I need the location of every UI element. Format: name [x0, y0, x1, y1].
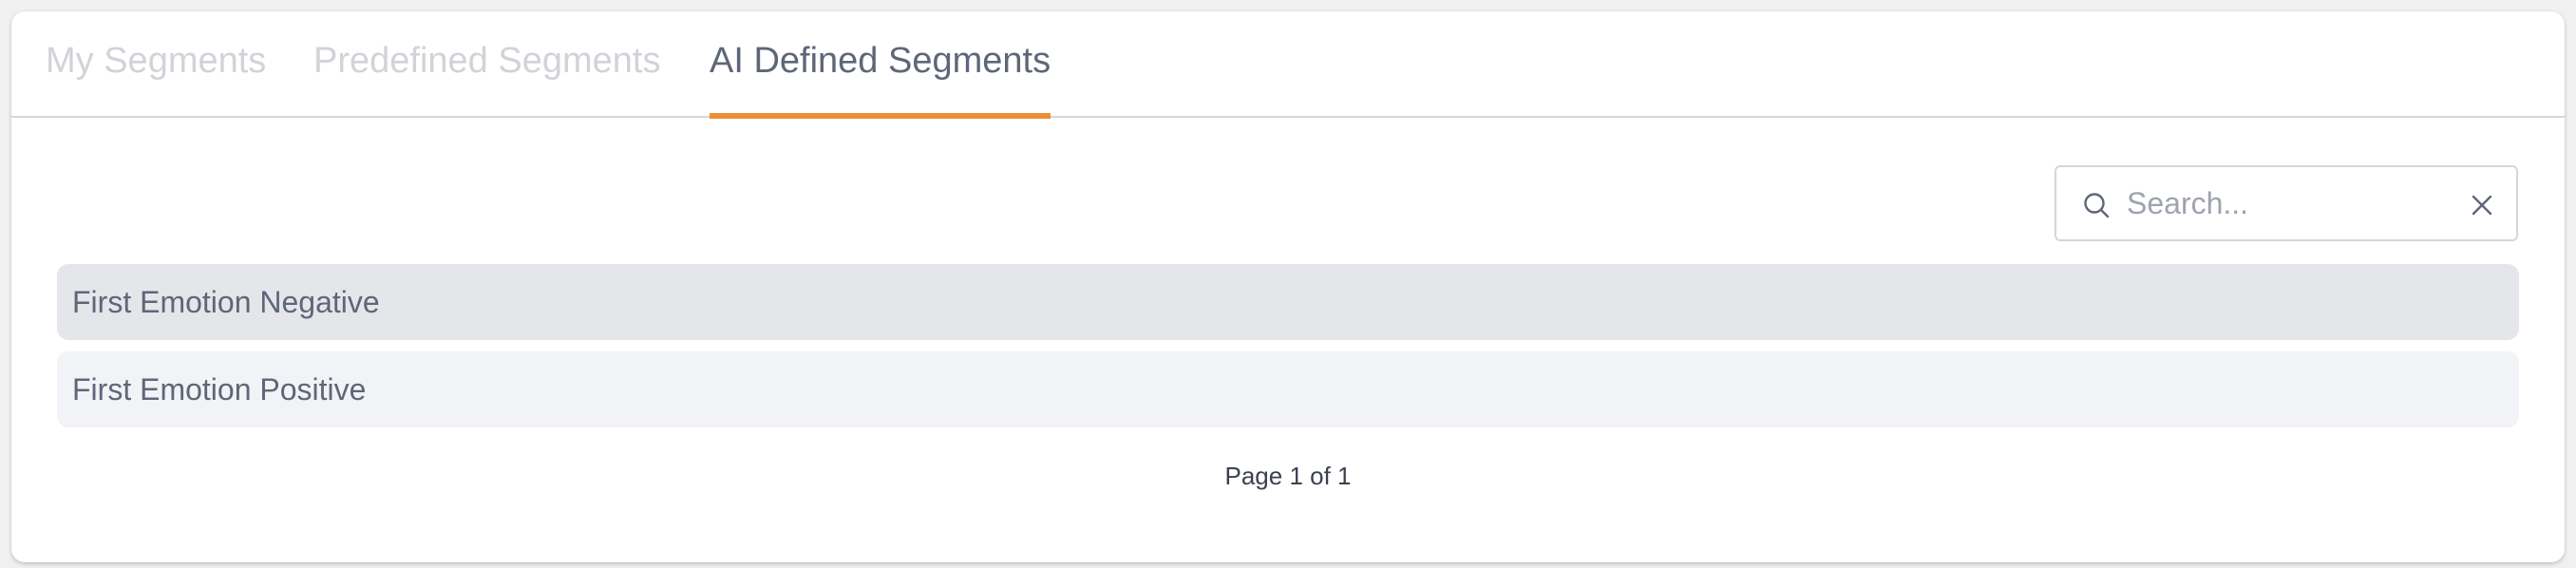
segments-panel: My Segments Predefined Segments AI Defin…	[11, 11, 2565, 562]
search-icon	[2084, 193, 2110, 218]
segment-tabs: My Segments Predefined Segments AI Defin…	[11, 11, 2565, 119]
pagination-label: Page 1 of 1	[1224, 462, 1352, 490]
tab-my-segments[interactable]: My Segments	[46, 11, 266, 118]
search-input[interactable]	[2127, 179, 2450, 228]
segment-list-item[interactable]: First Emotion Positive	[57, 351, 2519, 427]
search-box	[2055, 165, 2518, 241]
tab-predefined-segments[interactable]: Predefined Segments	[313, 11, 660, 118]
segment-list-item[interactable]: First Emotion Negative	[57, 264, 2519, 340]
tab-ai-defined-segments[interactable]: AI Defined Segments	[710, 11, 1051, 119]
close-icon[interactable]	[2469, 192, 2495, 218]
